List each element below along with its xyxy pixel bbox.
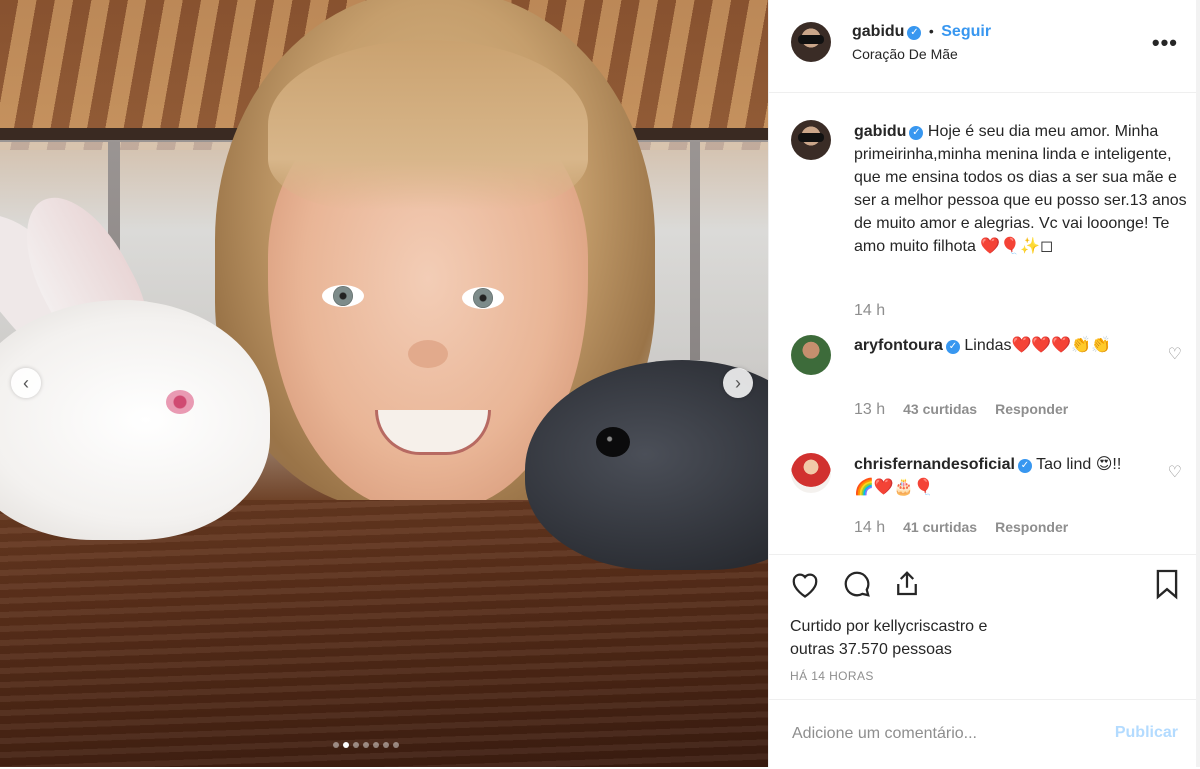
- chevron-right-icon: ›: [735, 373, 741, 393]
- bookmark-icon[interactable]: [1150, 567, 1184, 601]
- comment-likes[interactable]: 41 curtidas: [903, 519, 977, 535]
- separator-dot: •: [928, 23, 934, 39]
- location-link[interactable]: Coração De Mãe: [852, 46, 958, 62]
- chevron-left-icon: ‹: [23, 373, 29, 393]
- page-scrollbar[interactable]: [1196, 0, 1200, 767]
- post-header: gabidu ✓ • Seguir Coração De Mãe •••: [769, 0, 1200, 93]
- reply-button[interactable]: Responder: [995, 519, 1068, 535]
- comment: aryfontoura ✓ Lindas❤️❤️❤️👏👏: [854, 334, 1144, 357]
- caption: gabidu ✓ Hoje é seu dia meu amor. Minha p…: [854, 120, 1189, 258]
- photo-white-bunny: [0, 300, 270, 540]
- photo-bangs: [268, 40, 588, 210]
- likes-count: outras 37.570 pessoas: [790, 641, 952, 658]
- carousel-dot[interactable]: [363, 742, 369, 748]
- carousel-dot[interactable]: [383, 742, 389, 748]
- carousel-next-button[interactable]: ›: [723, 368, 753, 398]
- avatar[interactable]: [791, 22, 831, 62]
- photo-black-bunny-eye: [596, 427, 630, 457]
- avatar[interactable]: [791, 120, 831, 160]
- avatar[interactable]: [791, 335, 831, 375]
- comment-author[interactable]: chrisfernandesoficial: [854, 456, 1015, 473]
- reply-button[interactable]: Responder: [995, 401, 1068, 417]
- liked-by-line: Curtido por kellycriscastro e: [790, 618, 988, 635]
- header-user-line: gabidu ✓ • Seguir: [852, 23, 991, 41]
- verified-badge-icon: ✓: [945, 340, 960, 354]
- comment-time: 13 h: [854, 401, 886, 418]
- author-username[interactable]: gabidu: [852, 23, 904, 40]
- post-timestamp: HÁ 14 HORAS: [790, 669, 874, 683]
- caption-author[interactable]: gabidu: [854, 123, 906, 140]
- follow-button[interactable]: Seguir: [941, 23, 991, 40]
- post-side-panel: gabidu ✓ • Seguir Coração De Mãe ••• gabi…: [768, 0, 1200, 767]
- carousel-dot[interactable]: [373, 742, 379, 748]
- verified-badge-icon: ✓: [909, 126, 924, 140]
- photo-eye-left: [322, 285, 364, 307]
- comment-input[interactable]: [790, 724, 1094, 744]
- photo-eye-right: [462, 287, 504, 309]
- post-actions: Curtido por kellycriscastro e outras 37.…: [769, 554, 1200, 768]
- carousel-dot[interactable]: [393, 742, 399, 748]
- carousel-prev-button[interactable]: ‹: [11, 368, 41, 398]
- likes-summary[interactable]: Curtido por kellycriscastro e outras 37.…: [790, 615, 987, 661]
- more-options-icon[interactable]: •••: [1152, 30, 1178, 56]
- like-heart-icon[interactable]: [788, 567, 822, 601]
- share-icon[interactable]: [890, 567, 924, 601]
- comment-meta: 13 h 43 curtidas Responder: [854, 401, 1068, 419]
- comment: chrisfernandesoficial ✓ Tao lind 😍!! 🌈❤️🎂…: [854, 453, 1144, 499]
- post-photo[interactable]: ‹ ›: [0, 0, 768, 767]
- comment-meta: 14 h 41 curtidas Responder: [854, 519, 1068, 537]
- comment-time: 14 h: [854, 519, 886, 536]
- comment-text: Lindas❤️❤️❤️👏👏: [964, 337, 1112, 354]
- carousel-dot[interactable]: [353, 742, 359, 748]
- avatar[interactable]: [791, 453, 831, 493]
- caption-text: Hoje é seu dia meu amor. Minha primeirin…: [854, 123, 1187, 255]
- comment-form: Publicar: [769, 699, 1200, 769]
- comment-likes[interactable]: 43 curtidas: [903, 401, 977, 417]
- publish-button[interactable]: Publicar: [1115, 724, 1178, 742]
- comment-like-heart-icon[interactable]: ♡: [1168, 462, 1182, 482]
- photo-white-bunny-eye: [166, 390, 194, 414]
- photo-nose: [408, 340, 448, 368]
- comment-like-heart-icon[interactable]: ♡: [1168, 344, 1182, 364]
- carousel-dot[interactable]: [333, 742, 339, 748]
- comment-author[interactable]: aryfontoura: [854, 337, 943, 354]
- carousel-dot[interactable]: [343, 742, 349, 748]
- caption-time: 14 h: [854, 302, 886, 319]
- comment-bubble-icon[interactable]: [840, 567, 874, 601]
- carousel-dots: [333, 742, 399, 748]
- verified-badge-icon: ✓: [1017, 459, 1032, 473]
- verified-badge-icon: ✓: [907, 26, 922, 40]
